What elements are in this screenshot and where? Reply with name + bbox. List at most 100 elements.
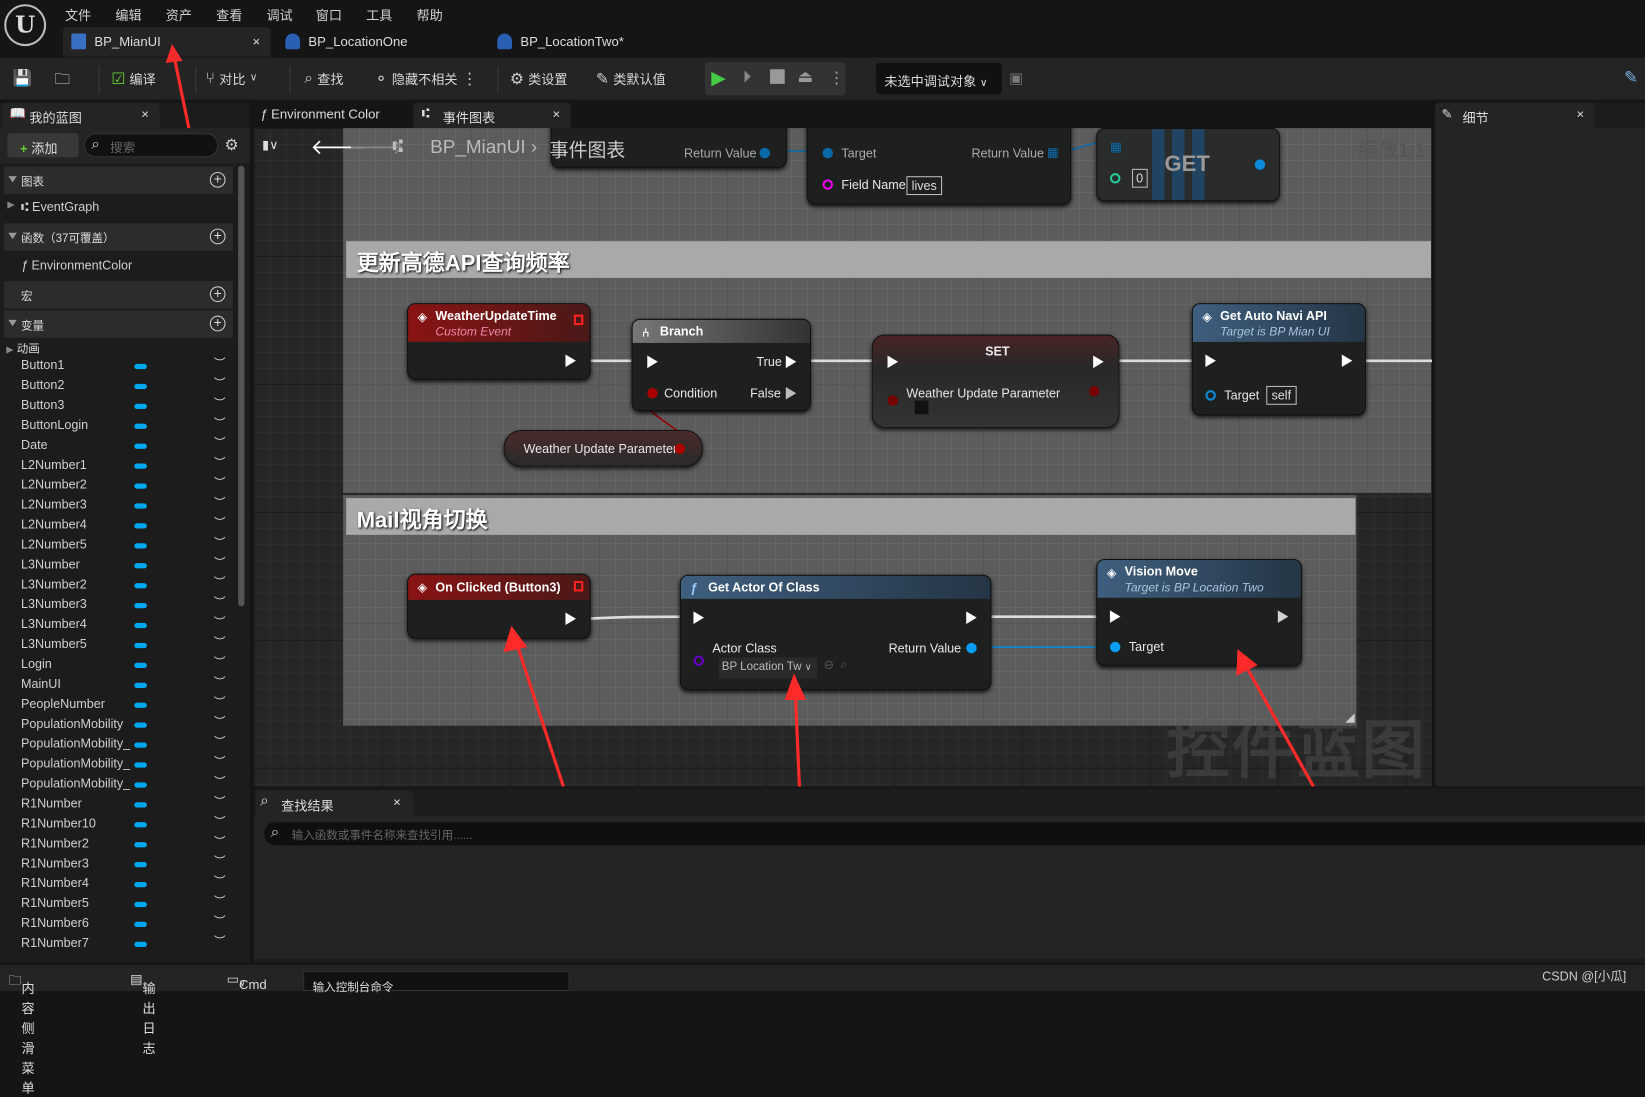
variable-item[interactable]: PeopleNumber ︶ — [21, 696, 231, 716]
close-icon[interactable]: × — [553, 107, 561, 122]
eye-closed-icon[interactable]: ︶ — [214, 892, 226, 909]
variable-item[interactable]: L2Number4 ︶ — [21, 517, 231, 537]
eye-closed-icon[interactable]: ︶ — [214, 753, 226, 770]
variable-item[interactable]: Button1 ︶ — [21, 358, 231, 378]
find-button[interactable]: ⌕ 查找 — [304, 68, 343, 88]
menu-window[interactable]: 窗口 — [316, 4, 342, 24]
variable-item[interactable]: PopulationMobility_ ︶ — [21, 776, 231, 796]
variable-item[interactable]: Login ︶ — [21, 656, 231, 676]
variable-item[interactable]: PopulationMobility_ ︶ — [21, 736, 231, 756]
variable-item[interactable]: L3Number3 ︶ — [21, 597, 231, 617]
variable-item[interactable]: L2Number3 ︶ — [21, 497, 231, 517]
variable-item[interactable]: R1Number10 ︶ — [21, 816, 231, 836]
output-log-button[interactable]: ▤ 输出日志 — [130, 971, 156, 1056]
eye-closed-icon[interactable]: ︶ — [214, 434, 226, 451]
cmd-select[interactable]: ▭ Cmd ∨ — [227, 971, 267, 992]
eye-closed-icon[interactable]: ︶ — [214, 713, 226, 730]
play-icon[interactable]: ▶ — [711, 67, 726, 89]
event-graph-canvas[interactable]: 更新高德API查询频率 Mail视角切换 ◢ Return Value Targ… — [253, 127, 1433, 787]
add-circle-icon[interactable]: + — [209, 316, 226, 332]
close-icon[interactable]: × — [253, 35, 261, 50]
variable-item[interactable]: R1Number5 ︶ — [21, 896, 231, 916]
unreal-logo[interactable]: U — [4, 4, 47, 47]
variable-item[interactable]: L2Number2 ︶ — [21, 477, 231, 497]
eye-closed-icon[interactable]: ︶ — [214, 394, 226, 411]
section-graphs[interactable]: 图表 + — [4, 166, 233, 195]
doc-tab-bp-locationtwo[interactable]: BP_LocationTwo* — [489, 27, 688, 56]
debug-filter-icon[interactable]: ▣ — [1009, 69, 1023, 87]
eye-closed-icon[interactable]: ︶ — [214, 653, 226, 670]
variable-item[interactable]: PopulationMobility ︶ — [21, 716, 231, 736]
eye-closed-icon[interactable]: ︶ — [214, 494, 226, 511]
save-button[interactable]: 💾 — [13, 68, 33, 87]
content-drawer-button[interactable]: 🗀 内容侧滑菜单 — [8, 971, 34, 1096]
eye-closed-icon[interactable]: ︶ — [214, 613, 226, 630]
variable-category-animation[interactable]: ▶ 动画 — [6, 340, 40, 357]
eye-closed-icon[interactable]: ︶ — [214, 474, 226, 491]
eye-closed-icon[interactable]: ︶ — [214, 733, 226, 750]
eye-closed-icon[interactable]: ︶ — [214, 793, 226, 810]
menu-asset[interactable]: 资产 — [166, 4, 192, 24]
variable-item[interactable]: R1Number4 ︶ — [21, 876, 231, 896]
eye-closed-icon[interactable]: ︶ — [214, 932, 226, 949]
add-circle-icon[interactable]: + — [209, 172, 226, 188]
eject-icon[interactable]: ⏏ — [797, 66, 813, 87]
add-circle-icon[interactable]: + — [209, 286, 226, 303]
search-input[interactable]: ⌕ 搜索 — [83, 133, 219, 158]
stop-icon[interactable] — [770, 69, 785, 84]
more-icon[interactable]: ⋮ — [829, 68, 845, 87]
eye-closed-icon[interactable]: ︶ — [214, 554, 226, 571]
variable-item[interactable]: L3Number5 ︶ — [21, 637, 231, 657]
variable-item[interactable]: Button2 ︶ — [21, 378, 231, 398]
my-blueprint-tab[interactable]: 📖 我的蓝图 × — [2, 102, 160, 128]
add-circle-icon[interactable]: + — [209, 228, 226, 245]
variable-item[interactable]: Button3 ︶ — [21, 397, 231, 417]
eye-closed-icon[interactable]: ︶ — [214, 813, 226, 830]
variable-item[interactable]: L2Number1 ︶ — [21, 457, 231, 477]
eye-closed-icon[interactable]: ︶ — [214, 454, 226, 471]
eye-closed-icon[interactable]: ︶ — [214, 773, 226, 790]
variable-item[interactable]: L3Number ︶ — [21, 557, 231, 577]
section-variables[interactable]: 变量 + — [4, 310, 233, 338]
eye-closed-icon[interactable]: ︶ — [214, 374, 226, 391]
expand-triangle-icon[interactable]: ▶ — [7, 199, 14, 211]
debug-target-select[interactable]: 未选中调试对象 ∨ — [875, 62, 1002, 95]
menu-tools[interactable]: 工具 — [366, 4, 392, 24]
eye-closed-icon[interactable]: ︶ — [214, 414, 226, 431]
console-input[interactable]: 输入控制台命令 — [303, 971, 570, 994]
menu-file[interactable]: 文件 — [65, 4, 91, 24]
menu-help[interactable]: 帮助 — [416, 4, 442, 24]
eye-closed-icon[interactable]: ︶ — [214, 354, 226, 371]
tab-environment-color[interactable]: ƒ Environment Color — [260, 107, 380, 122]
variable-item[interactable]: R1Number ︶ — [21, 796, 231, 816]
eye-closed-icon[interactable]: ︶ — [214, 534, 226, 551]
menu-edit[interactable]: 编辑 — [115, 4, 141, 24]
close-icon[interactable]: × — [393, 795, 401, 810]
eye-closed-icon[interactable]: ︶ — [214, 833, 226, 850]
variable-item[interactable]: L2Number5 ︶ — [21, 537, 231, 557]
menu-debug[interactable]: 调试 — [266, 4, 292, 24]
variable-item[interactable]: ButtonLogin ︶ — [21, 417, 231, 437]
compile-button[interactable]: ☑ 编译 — [111, 68, 156, 88]
eye-closed-icon[interactable]: ︶ — [214, 693, 226, 710]
doc-tab-bp-locationone[interactable]: BP_LocationOne — [277, 27, 476, 56]
eye-closed-icon[interactable]: ︶ — [214, 594, 226, 611]
eye-closed-icon[interactable]: ︶ — [214, 514, 226, 531]
variable-item[interactable]: MainUI ︶ — [21, 676, 231, 696]
variable-item[interactable]: PopulationMobility_ ︶ — [21, 756, 231, 776]
step-icon[interactable]: ⏵ — [743, 68, 751, 87]
section-functions[interactable]: 函数（37可覆盖） + — [4, 223, 233, 251]
eye-closed-icon[interactable]: ︶ — [214, 912, 226, 929]
gear-icon[interactable]: ⚙ — [225, 135, 239, 154]
find-results-tab[interactable]: ⌕ 查找结果 × — [255, 790, 414, 816]
tab-event-graph[interactable]: ⑆ 事件图表 × — [413, 102, 571, 128]
variable-item[interactable]: L3Number4 ︶ — [21, 617, 231, 637]
section-macros[interactable]: 宏 + — [4, 281, 233, 309]
variable-item[interactable]: R1Number2 ︶ — [21, 836, 231, 856]
function-item-environmentcolor[interactable]: ƒ EnvironmentColor — [21, 258, 132, 273]
eye-closed-icon[interactable]: ︶ — [214, 873, 226, 890]
eye-closed-icon[interactable]: ︶ — [214, 633, 226, 650]
class-defaults-button[interactable]: ✎ 类默认值 — [596, 68, 666, 88]
eye-closed-icon[interactable]: ︶ — [214, 673, 226, 690]
add-button[interactable]: + 添加 — [7, 133, 79, 158]
